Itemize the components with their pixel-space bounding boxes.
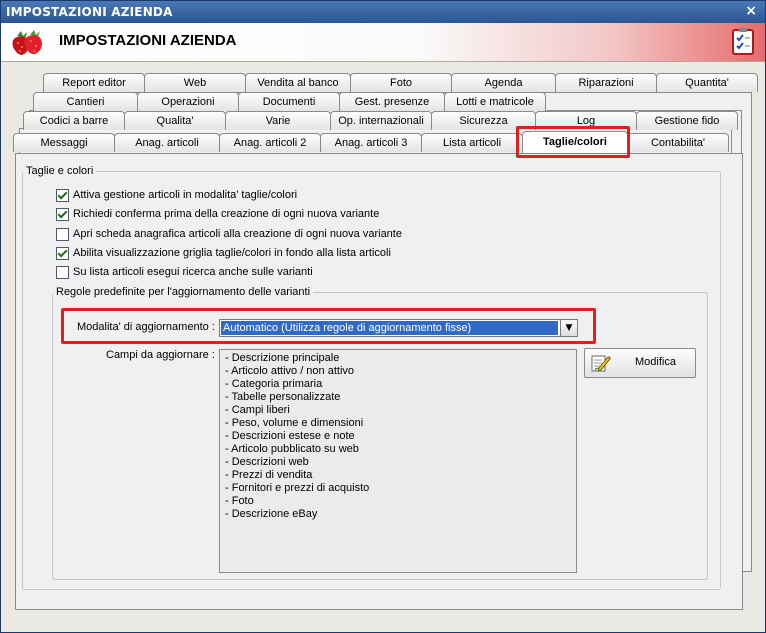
tab-contabilita[interactable]: Contabilita'	[627, 133, 729, 152]
tab-anag-articoli[interactable]: Anag. articoli	[114, 133, 220, 152]
tab-foto[interactable]: Foto	[350, 73, 452, 92]
checkbox-abilita-griglia[interactable]: Abilita visualizzazione griglia taglie/c…	[56, 245, 391, 261]
checkbox-box[interactable]	[56, 188, 69, 202]
tab-lotti-e-matricole[interactable]: Lotti e matricole	[444, 92, 546, 111]
checkbox-ricerca-varianti[interactable]: Su lista articoli esegui ricerca anche s…	[56, 264, 313, 280]
modalita-label: Modalita' di aggiornamento :	[77, 321, 215, 333]
tab-anag-articoli-3[interactable]: Anag. articoli 3	[320, 133, 422, 152]
tab-anag-articoli-2[interactable]: Anag. articoli 2	[219, 133, 321, 152]
checkbox-label: Su lista articoli esegui ricerca anche s…	[73, 266, 313, 278]
tab-codici-a-barre[interactable]: Codici a barre	[23, 111, 125, 130]
list-item: - Descrizione eBay	[225, 508, 318, 520]
checklist-icon	[732, 28, 754, 55]
settings-window: IMPOSTAZIONI AZIENDA × IMPOSTAZIONI AZIE…	[0, 0, 766, 633]
tab-qualita[interactable]: Qualita'	[124, 111, 226, 130]
list-item: - Descrizioni estese e note	[225, 430, 355, 442]
tab-report-editor[interactable]: Report editor	[43, 73, 145, 92]
list-item: - Campi liberi	[225, 404, 290, 416]
taglie-colori-page: Taglie e colori Attiva gestione articoli…	[15, 153, 743, 610]
tab-taglie-colori[interactable]: Taglie/colori	[522, 131, 628, 153]
checkbox-label: Abilita visualizzazione griglia taglie/c…	[73, 247, 391, 259]
header-title: IMPOSTAZIONI AZIENDA	[59, 32, 237, 49]
checkbox-attiva-gestione[interactable]: Attiva gestione articoli in modalita' ta…	[56, 187, 297, 203]
edit-pencil-icon	[591, 355, 611, 372]
checkbox-richiedi-conferma[interactable]: Richiedi conferma prima della creazione …	[56, 206, 379, 222]
tab-agenda[interactable]: Agenda	[451, 73, 556, 92]
tab-vendita-al-banco[interactable]: Vendita al banco	[245, 73, 351, 92]
modifica-button-label: Modifica	[635, 356, 676, 368]
tab-gest-presenze[interactable]: Gest. presenze	[339, 92, 445, 111]
checkbox-label: Richiedi conferma prima della creazione …	[73, 208, 380, 220]
checkbox-label: Attiva gestione articoli in modalita' ta…	[73, 189, 298, 201]
checkbox-box[interactable]	[56, 227, 69, 241]
tab-log[interactable]: Log	[535, 111, 637, 130]
list-item: - Foto	[225, 495, 254, 507]
list-item: - Articolo attivo / non attivo	[225, 365, 355, 377]
tab-cantieri[interactable]: Cantieri	[33, 92, 138, 111]
window-title: IMPOSTAZIONI AZIENDA	[6, 5, 173, 19]
strawberries-icon	[12, 30, 42, 55]
tab-gestione-fido[interactable]: Gestione fido	[636, 111, 738, 130]
list-item: - Prezzi di vendita	[225, 469, 313, 481]
tab-messaggi[interactable]: Messaggi	[13, 133, 115, 152]
checkbox-label: Apri scheda anagrafica articoli alla cre…	[73, 228, 402, 240]
list-item: - Fornitori e prezzi di acquisto	[225, 482, 370, 494]
tab-varie[interactable]: Varie	[225, 111, 331, 130]
campi-da-aggiornare-list[interactable]: - Descrizione principale - Articolo atti…	[219, 349, 577, 573]
close-icon[interactable]: ×	[745, 3, 757, 19]
list-item: - Descrizioni web	[225, 456, 309, 468]
tab-web[interactable]: Web	[144, 73, 246, 92]
list-item: - Categoria primaria	[225, 378, 323, 390]
checkbox-box[interactable]	[56, 246, 69, 260]
list-item: - Peso, volume e dimensioni	[225, 417, 364, 429]
modalita-selected-value: Automatico (Utilizza regole di aggiornam…	[221, 321, 558, 335]
chevron-down-icon[interactable]: ▼	[560, 320, 577, 336]
title-bar[interactable]: IMPOSTAZIONI AZIENDA ×	[1, 1, 765, 23]
group-taglie-colori-title: Taglie e colori	[26, 165, 94, 177]
checkbox-box[interactable]	[56, 265, 69, 279]
tab-riparazioni[interactable]: Riparazioni	[555, 73, 657, 92]
list-item: - Descrizione principale	[225, 352, 340, 364]
tab-documenti[interactable]: Documenti	[238, 92, 340, 111]
tab-op-internazionali[interactable]: Op. internazionali	[330, 111, 432, 130]
group-regole-title: Regole predefinite per l'aggiornamento d…	[56, 286, 311, 298]
tab-operazioni[interactable]: Operazioni	[137, 92, 239, 111]
modalita-aggiornamento-select[interactable]: Automatico (Utilizza regole di aggiornam…	[219, 319, 578, 337]
tab-lista-articoli[interactable]: Lista articoli	[421, 133, 523, 152]
campi-label: Campi da aggiornare :	[106, 349, 215, 361]
checkbox-box[interactable]	[56, 207, 69, 221]
tab-quantita[interactable]: Quantita'	[656, 73, 758, 92]
modifica-button[interactable]: Modifica	[584, 348, 696, 378]
list-item: - Tabelle personalizzate	[225, 391, 341, 403]
tab-sicurezza[interactable]: Sicurezza	[431, 111, 536, 130]
list-item: - Articolo pubblicato su web	[225, 443, 359, 455]
header-banner: IMPOSTAZIONI AZIENDA	[1, 23, 765, 62]
checkbox-apri-scheda[interactable]: Apri scheda anagrafica articoli alla cre…	[56, 226, 402, 242]
